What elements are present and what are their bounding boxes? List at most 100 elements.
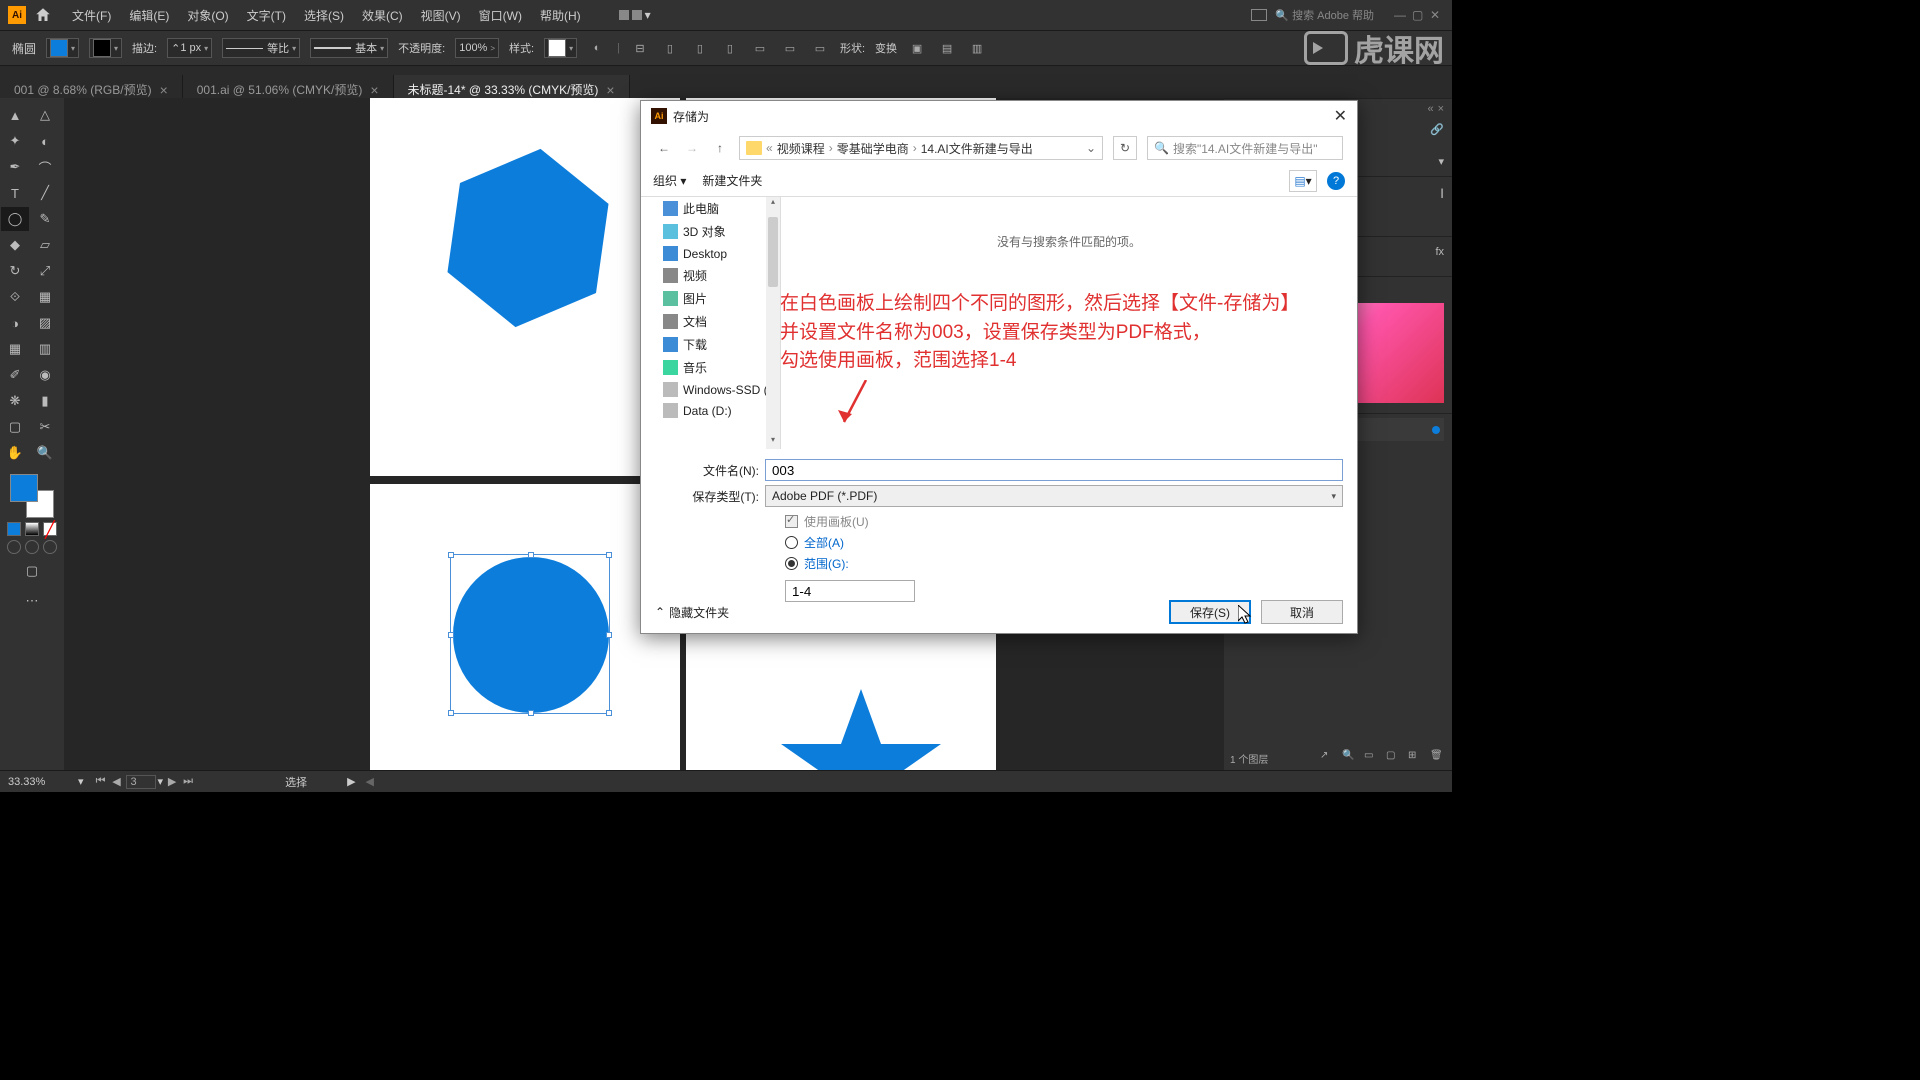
artboard-number[interactable]: 3 [126, 775, 156, 789]
range-radio[interactable] [785, 557, 798, 570]
symbol-sprayer-tool[interactable]: ❋ [1, 389, 29, 413]
scale-tool[interactable]: ⤢ [31, 259, 59, 283]
minimize-icon[interactable]: — [1394, 8, 1408, 22]
menu-object[interactable]: 对象(O) [187, 7, 228, 24]
align-top-icon[interactable]: ▭ [750, 38, 770, 58]
delete-layer-icon[interactable]: 🗑 [1430, 750, 1446, 766]
file-list-area[interactable]: 没有与搜索条件匹配的项。 [781, 197, 1357, 449]
fill-color[interactable] [10, 474, 38, 502]
brush-definition[interactable]: 基本▾ [310, 38, 388, 58]
nav-up-icon[interactable]: ↑ [711, 141, 729, 155]
locate-icon[interactable]: ↗ [1320, 750, 1336, 766]
artboard-tool[interactable]: ▢ [1, 415, 29, 439]
sidebar-item-desktop[interactable]: Desktop [641, 243, 780, 264]
dialog-titlebar[interactable]: Ai 存储为 ✕ [641, 101, 1357, 131]
help-search[interactable]: 🔍 搜索 Adobe 帮助 [1275, 7, 1374, 23]
tab-close-icon[interactable]: × [370, 82, 378, 98]
sidebar-item-pc[interactable]: 此电脑 [641, 197, 780, 220]
align-middle-icon[interactable]: ▭ [780, 38, 800, 58]
sidebar-item-drive-d[interactable]: Data (D:) [641, 400, 780, 421]
help-button[interactable]: ? [1327, 172, 1345, 190]
sidebar-item-3d[interactable]: 3D 对象 [641, 220, 780, 243]
width-tool[interactable]: ⟐ [1, 285, 29, 309]
column-graph-tool[interactable]: ▮ [31, 389, 59, 413]
panel-close-icon[interactable]: × [1438, 103, 1444, 115]
search-layer-icon[interactable]: 🔍 [1342, 750, 1358, 766]
arrange-docs[interactable]: ▾ [619, 8, 651, 22]
close-icon[interactable]: ✕ [1430, 8, 1444, 22]
fill-swatch[interactable]: ▾ [46, 38, 79, 58]
draw-behind[interactable] [25, 540, 39, 554]
ellipse-tool[interactable]: ◯ [1, 207, 29, 231]
maximize-icon[interactable]: ▢ [1412, 8, 1426, 22]
menu-select[interactable]: 选择(S) [304, 7, 344, 24]
cancel-button[interactable]: 取消 [1261, 600, 1343, 624]
mesh-tool[interactable]: ▦ [1, 337, 29, 361]
save-button[interactable]: 保存(S) [1169, 600, 1251, 624]
extra-1-icon[interactable]: ▤ [937, 38, 957, 58]
zoom-tool[interactable]: 🔍 [31, 441, 59, 465]
dialog-close-icon[interactable]: ✕ [1334, 106, 1347, 126]
type-tool[interactable]: T [1, 181, 29, 205]
align-center-icon[interactable]: ▯ [690, 38, 710, 58]
fx-icon[interactable]: fx [1435, 246, 1444, 258]
menu-view[interactable]: 视图(V) [421, 7, 461, 24]
curvature-tool[interactable]: ⌒ [31, 155, 59, 179]
prev-artboard-icon[interactable]: ◀ [110, 775, 124, 789]
tab-close-icon[interactable]: × [160, 82, 168, 98]
sidebar-item-documents[interactable]: 文档 [641, 310, 780, 333]
pen-tool[interactable]: ✒ [1, 155, 29, 179]
sidebar-item-videos[interactable]: 视频 [641, 264, 780, 287]
next-artboard-icon[interactable]: ▶ [165, 775, 179, 789]
breadcrumb[interactable]: « 视频课程› 零基础学电商› 14.AI文件新建与导出 ⌄ [739, 136, 1103, 160]
sidebar-scrollbar[interactable]: ▴ ▾ [766, 197, 780, 449]
stroke-swatch[interactable]: ▾ [89, 38, 122, 58]
selection-bounding-box[interactable] [450, 554, 610, 714]
zoom-level[interactable]: 33.33% [8, 776, 78, 788]
hand-tool[interactable]: ✋ [1, 441, 29, 465]
home-icon[interactable] [34, 6, 52, 24]
paintbrush-tool[interactable]: ✎ [31, 207, 59, 231]
direct-selection-tool[interactable]: △ [31, 103, 59, 127]
refresh-icon[interactable]: ↻ [1113, 136, 1137, 160]
screen-mode-icon[interactable]: ▢ [18, 559, 46, 583]
use-artboards-checkbox[interactable] [785, 515, 798, 528]
magic-wand-tool[interactable]: ✦ [1, 129, 29, 153]
sidebar-item-drive-c[interactable]: Windows-SSD ( [641, 379, 780, 400]
gradient-mode[interactable] [25, 522, 39, 536]
graphic-style[interactable]: ▾ [544, 38, 577, 58]
align-left-icon[interactable]: ▯ [660, 38, 680, 58]
dialog-search-input[interactable]: 🔍 搜索"14.AI文件新建与导出" [1147, 136, 1343, 160]
stroke-weight[interactable]: ⌃1 px▾ [167, 38, 212, 58]
new-sublayer-icon[interactable]: ▢ [1386, 750, 1402, 766]
menu-window[interactable]: 窗口(W) [479, 7, 522, 24]
screenmode-icon[interactable] [1251, 9, 1267, 21]
opacity-value[interactable]: 100%> [455, 38, 499, 58]
selection-tool[interactable]: ▲ [1, 103, 29, 127]
stroke-profile[interactable]: 等比▾ [222, 38, 300, 58]
menu-help[interactable]: 帮助(H) [540, 7, 581, 24]
sidebar-item-music[interactable]: 音乐 [641, 356, 780, 379]
draw-inside[interactable] [43, 540, 57, 554]
shape-builder-tool[interactable]: ◑ [1, 311, 29, 335]
align-bottom-icon[interactable]: ▭ [810, 38, 830, 58]
recolor-icon[interactable]: ◐ [587, 38, 607, 58]
free-transform-tool[interactable]: ▦ [31, 285, 59, 309]
lasso-tool[interactable]: ◐ [31, 129, 59, 153]
last-artboard-icon[interactable]: ⏭ [181, 775, 195, 789]
blend-tool[interactable]: ◉ [31, 363, 59, 387]
view-mode-button[interactable]: ▤ ▾ [1289, 170, 1317, 192]
perspective-tool[interactable]: ▨ [31, 311, 59, 335]
fill-stroke-swatch[interactable] [10, 474, 54, 518]
play-icon[interactable]: ▶ [347, 775, 355, 788]
menu-file[interactable]: 文件(F) [72, 7, 111, 24]
filename-input[interactable] [765, 459, 1343, 481]
line-tool[interactable]: ╱ [31, 181, 59, 205]
rotate-tool[interactable]: ↻ [1, 259, 29, 283]
shaper-tool[interactable]: ◆ [1, 233, 29, 257]
menu-effect[interactable]: 效果(C) [362, 7, 403, 24]
draw-normal[interactable] [7, 540, 21, 554]
panel-collapse-icon[interactable]: « [1427, 103, 1433, 115]
all-radio[interactable] [785, 536, 798, 549]
filetype-select[interactable]: Adobe PDF (*.PDF)▾ [765, 485, 1343, 507]
